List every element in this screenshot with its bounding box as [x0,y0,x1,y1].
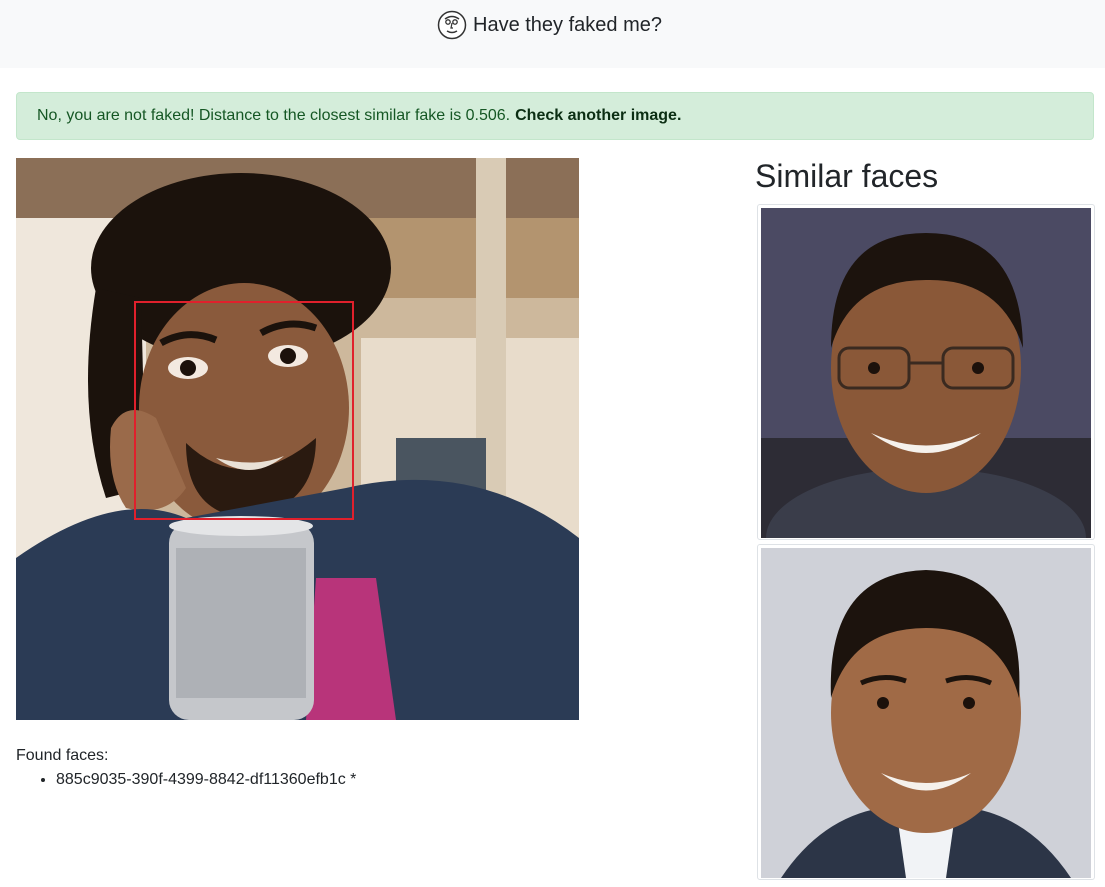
brand-link[interactable]: Have they faked me? [437,10,662,40]
navbar: Have they faked me? [0,0,1105,68]
similar-face-thumbnail[interactable] [757,204,1095,540]
check-another-image-link[interactable]: Check another image. [515,107,681,125]
uploaded-photo [16,158,579,720]
detected-face-box [134,301,354,520]
found-face-item: 885c9035-390f-4399-8842-df11360efb1c * [56,769,356,791]
similar-face-thumbnail[interactable] [757,544,1095,880]
similar-face-image [761,548,1091,878]
similar-faces-heading: Similar faces [755,158,939,194]
app-title: Have they faked me? [473,13,662,36]
result-alert: No, you are not faked! Distance to the c… [16,92,1094,140]
result-message: No, you are not faked! Distance to the c… [37,107,511,124]
similar-face-image [761,208,1091,538]
cartoon-face-logo-icon [437,10,467,40]
found-faces-list: 885c9035-390f-4399-8842-df11360efb1c * [16,769,356,791]
found-faces-label: Found faces: [16,747,109,764]
